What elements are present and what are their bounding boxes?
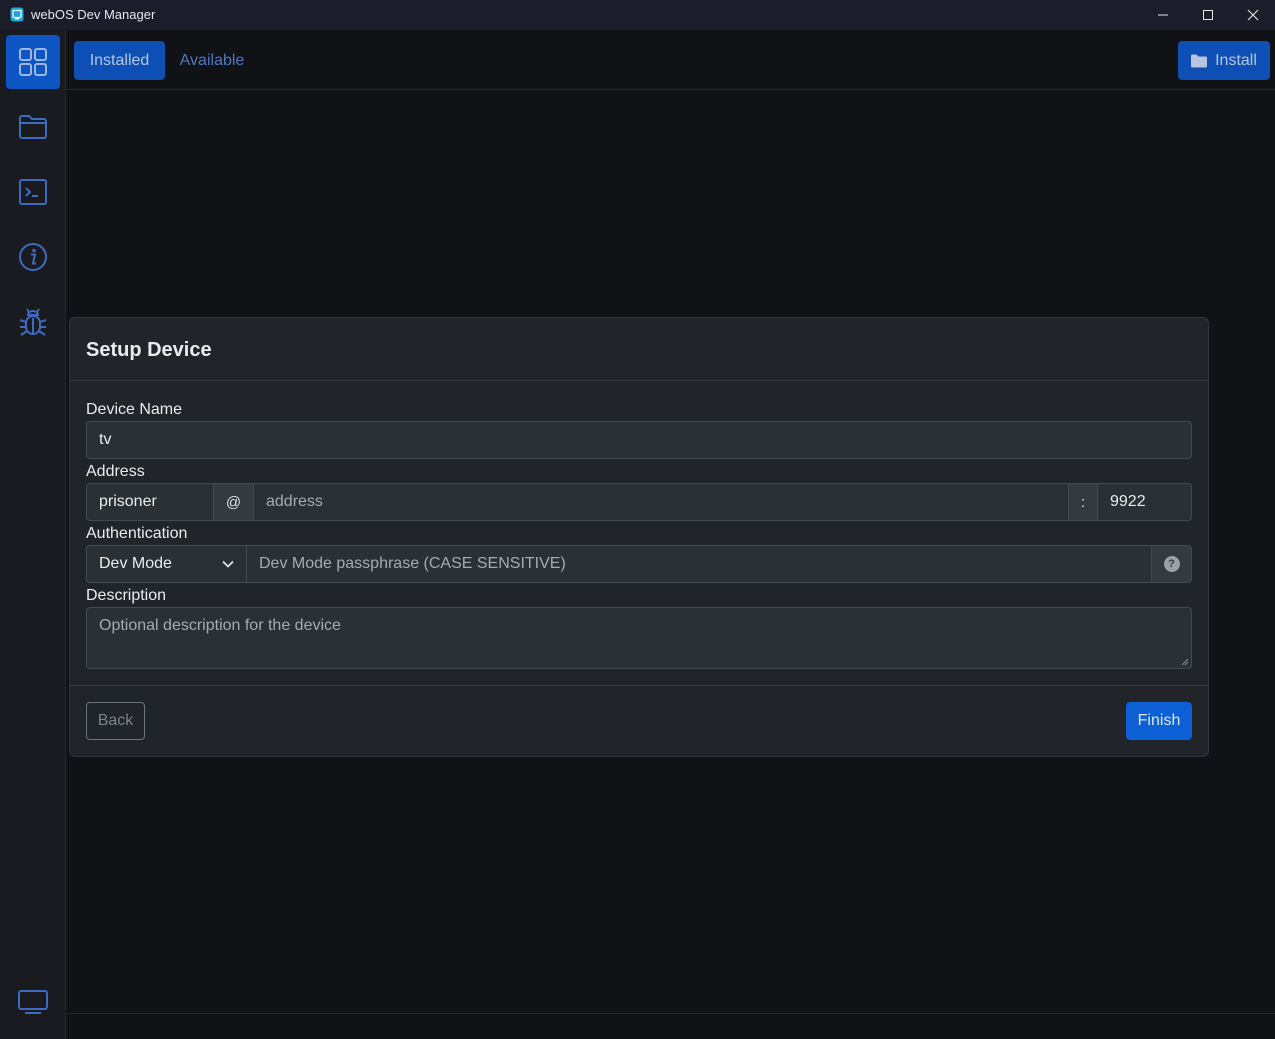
status-bar-divider bbox=[66, 1013, 1275, 1014]
back-button[interactable]: Back bbox=[86, 702, 145, 740]
window-titlebar: webOS Dev Manager bbox=[0, 0, 1275, 30]
maximize-button[interactable] bbox=[1185, 0, 1231, 30]
tab-available[interactable]: Available bbox=[171, 41, 253, 80]
window-title: webOS Dev Manager bbox=[31, 7, 156, 22]
app-logo-icon bbox=[10, 7, 24, 22]
port-input[interactable]: 9922 bbox=[1097, 483, 1192, 521]
install-button[interactable]: Install bbox=[1178, 41, 1270, 80]
sidebar-item-debug[interactable] bbox=[6, 295, 60, 349]
dialog-title: Setup Device bbox=[86, 339, 212, 361]
grid-icon bbox=[19, 48, 47, 76]
folder-icon bbox=[19, 115, 47, 139]
terminal-icon bbox=[19, 179, 47, 205]
tab-installed[interactable]: Installed bbox=[74, 41, 165, 80]
authentication-selected: Dev Mode bbox=[99, 555, 172, 572]
sidebar-item-info[interactable] bbox=[6, 230, 60, 284]
bug-icon bbox=[19, 308, 47, 336]
address-input[interactable]: address bbox=[253, 483, 1069, 521]
passphrase-help-button[interactable]: ? bbox=[1151, 545, 1192, 583]
resize-handle-icon[interactable] bbox=[1181, 658, 1189, 666]
at-addon: @ bbox=[213, 483, 254, 521]
device-name-input[interactable]: tv bbox=[86, 421, 1192, 459]
device-name-label: Device Name bbox=[86, 401, 183, 418]
topbar: Installed Available Install bbox=[66, 30, 1275, 90]
username-value: prisoner bbox=[99, 493, 157, 510]
dialog-header: Setup Device bbox=[70, 318, 1208, 381]
minimize-button[interactable] bbox=[1140, 0, 1186, 30]
username-input[interactable]: prisoner bbox=[86, 483, 214, 521]
sidebar bbox=[0, 30, 66, 1039]
dialog-footer-divider bbox=[70, 685, 1208, 686]
description-label: Description bbox=[86, 587, 167, 604]
install-button-label: Install bbox=[1215, 51, 1257, 69]
port-value: 9922 bbox=[1110, 493, 1146, 510]
close-button[interactable] bbox=[1230, 0, 1275, 30]
help-icon: ? bbox=[1163, 556, 1180, 572]
passphrase-input[interactable]: Dev Mode passphrase (CASE SENSITIVE) bbox=[246, 545, 1152, 583]
close-icon bbox=[1247, 9, 1259, 21]
setup-device-dialog: Setup Device Device Name tv Address pris… bbox=[69, 317, 1209, 757]
monitor-icon bbox=[18, 990, 48, 1014]
address-label: Address bbox=[86, 463, 145, 480]
authentication-label: Authentication bbox=[86, 525, 188, 542]
chevron-down-icon bbox=[222, 560, 234, 568]
description-placeholder: Optional description for the device bbox=[99, 617, 341, 634]
sidebar-item-apps[interactable] bbox=[6, 35, 60, 89]
maximize-icon bbox=[1203, 10, 1213, 20]
description-textarea[interactable]: Optional description for the device bbox=[86, 607, 1192, 669]
passphrase-placeholder: Dev Mode passphrase (CASE SENSITIVE) bbox=[259, 555, 566, 572]
address-placeholder: address bbox=[266, 493, 323, 510]
device-name-value: tv bbox=[99, 431, 112, 448]
finish-button[interactable]: Finish bbox=[1126, 702, 1192, 740]
minimize-icon bbox=[1158, 14, 1168, 16]
info-icon bbox=[19, 243, 47, 271]
sidebar-item-files[interactable] bbox=[6, 100, 60, 154]
folder-icon bbox=[1191, 54, 1208, 67]
colon-addon: : bbox=[1068, 483, 1098, 521]
sidebar-item-device[interactable] bbox=[6, 975, 60, 1029]
authentication-select[interactable]: Dev Mode bbox=[86, 545, 247, 583]
sidebar-item-terminal[interactable] bbox=[6, 165, 60, 219]
